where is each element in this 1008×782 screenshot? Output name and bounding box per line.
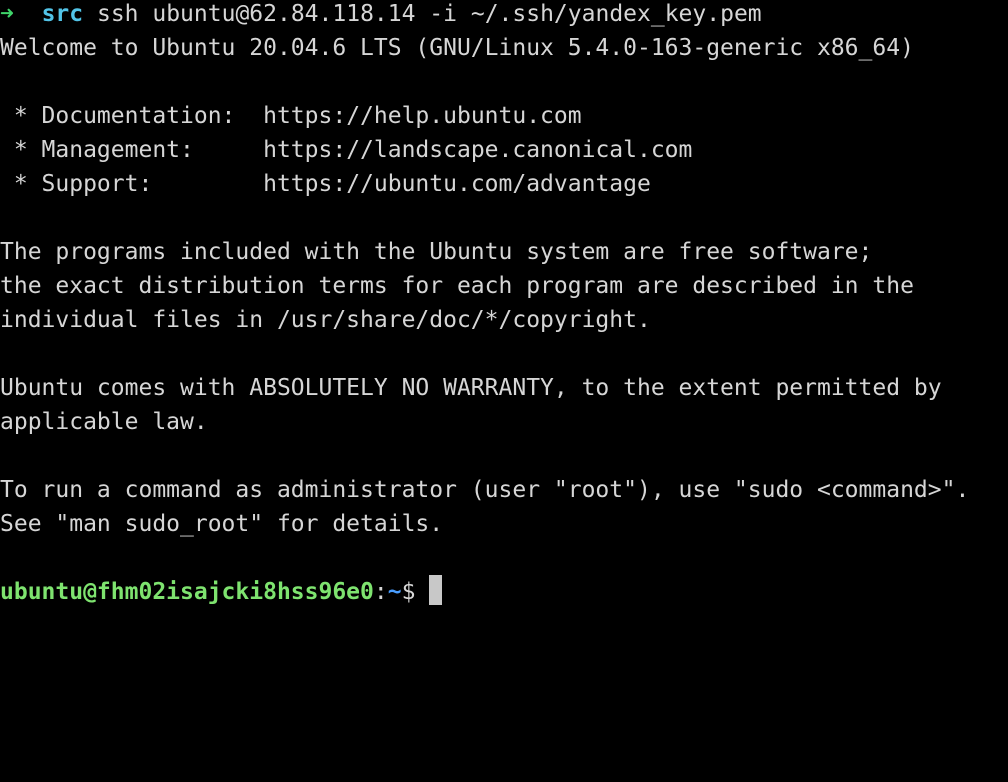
prompt-symbol: $ xyxy=(401,579,430,605)
prompt-separator: : xyxy=(373,579,388,605)
prompt-user-host: ubuntu@fhm02isajcki8hss96e0 xyxy=(0,579,374,605)
license-line: the exact distribution terms for each pr… xyxy=(0,273,914,299)
documentation-line: * Documentation: https://help.ubuntu.com xyxy=(0,99,582,133)
prompt-arrow-icon: ➜ xyxy=(0,1,14,27)
warranty-line: Ubuntu comes with ABSOLUTELY NO WARRANTY… xyxy=(0,375,942,401)
ssh-command: ssh ubuntu@62.84.118.14 -i ~/.ssh/yandex… xyxy=(96,1,762,27)
remote-prompt-line[interactable]: ubuntu@fhm02isajcki8hss96e0:~$ xyxy=(0,575,443,609)
prompt-path: ~ xyxy=(387,579,402,605)
documentation-link[interactable]: https://help.ubuntu.com xyxy=(263,103,582,129)
terminal-window[interactable]: ➜ src ssh ubuntu@62.84.118.14 -i ~/.ssh/… xyxy=(0,0,1008,612)
management-label: * Management: xyxy=(0,137,264,163)
support-label: * Support: xyxy=(0,171,264,197)
support-link[interactable]: https://ubuntu.com/advantage xyxy=(263,171,651,197)
documentation-label: * Documentation: xyxy=(0,103,264,129)
sudo-hint-line: See "man sudo_root" for details. xyxy=(0,511,444,537)
welcome-line: Welcome to Ubuntu 20.04.6 LTS (GNU/Linux… xyxy=(0,35,914,61)
support-line: * Support: https://ubuntu.com/advantage xyxy=(0,167,651,201)
management-line: * Management: https://landscape.canonica… xyxy=(0,133,693,167)
warranty-line: applicable law. xyxy=(0,409,208,435)
sudo-hint-line: To run a command as administrator (user … xyxy=(0,477,970,503)
text-cursor[interactable] xyxy=(429,575,443,605)
management-link[interactable]: https://landscape.canonical.com xyxy=(263,137,692,163)
current-directory: src xyxy=(41,1,84,27)
license-line: The programs included with the Ubuntu sy… xyxy=(0,239,873,265)
license-line: individual files in /usr/share/doc/*/cop… xyxy=(0,307,651,333)
local-prompt-line: ➜ src ssh ubuntu@62.84.118.14 -i ~/.ssh/… xyxy=(0,0,762,31)
